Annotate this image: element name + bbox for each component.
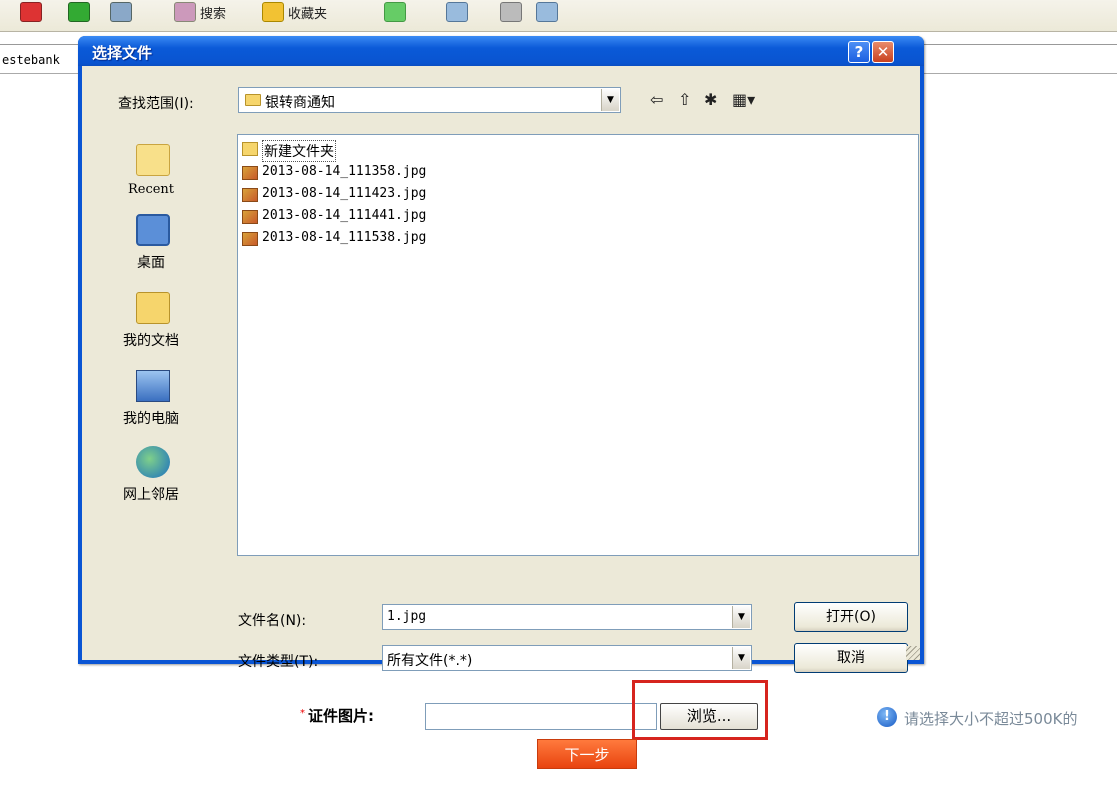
place-label: 网上邻居 — [123, 487, 179, 503]
filename-value: 1.jpg — [387, 609, 427, 624]
chevron-down-icon[interactable]: ▼ — [601, 89, 619, 111]
file-name: 2013-08-14_111538.jpg — [262, 230, 427, 245]
dialog-client: 查找范围(I): 银转商通知 ▼ ⇦ ⇧ ✱ ▦▾ Recent 桌面 我的文档 — [82, 66, 920, 673]
dialog-titlebar[interactable]: 选择文件 ? ✕ — [78, 36, 924, 66]
lookin-value: 银转商通知 — [265, 95, 335, 111]
file-name: 2013-08-14_111423.jpg — [262, 186, 427, 201]
place-my-computer[interactable]: 我的电脑 — [108, 370, 194, 448]
stop-icon[interactable] — [20, 2, 42, 22]
back-icon[interactable]: ⇦ — [650, 90, 663, 109]
mail-icon[interactable] — [446, 2, 468, 22]
recent-icon — [136, 144, 170, 176]
close-button[interactable]: ✕ — [872, 41, 894, 63]
favorites-icon[interactable] — [262, 2, 284, 22]
info-icon: ! — [877, 707, 897, 727]
file-dialog: 选择文件 ? ✕ 查找范围(I): 银转商通知 ▼ ⇦ ⇧ ✱ ▦▾ Recen… — [78, 36, 924, 673]
next-step-button[interactable]: 下一步 — [537, 739, 637, 769]
size-hint: 请选择大小不超过500K的 — [904, 710, 1078, 728]
filename-label: 文件名(N): — [238, 613, 307, 629]
image-file-icon — [242, 210, 258, 224]
image-file-icon — [242, 188, 258, 202]
print-icon[interactable] — [500, 2, 522, 22]
cert-image-input[interactable] — [425, 703, 657, 730]
favorites-label[interactable]: 收藏夹 — [288, 3, 327, 22]
lookin-label: 查找范围(I): — [118, 96, 194, 112]
chevron-down-icon[interactable]: ▼ — [732, 647, 750, 669]
filename-field[interactable]: 1.jpg ▼ — [382, 604, 752, 630]
dialog-title: 选择文件 — [92, 44, 153, 62]
folder-icon — [245, 94, 261, 106]
search-label[interactable]: 搜索 — [200, 3, 226, 22]
new-folder-icon[interactable]: ✱ — [704, 90, 717, 109]
up-folder-icon[interactable]: ⇧ — [678, 90, 691, 109]
lookin-select[interactable]: 银转商通知 ▼ — [238, 87, 621, 113]
open-button[interactable]: 打开(O) — [794, 602, 908, 632]
image-file-icon — [242, 166, 258, 180]
view-menu-icon[interactable]: ▦▾ — [732, 90, 755, 109]
help-button[interactable]: ? — [848, 41, 870, 63]
refresh-icon[interactable] — [68, 2, 90, 22]
image-file-icon — [242, 232, 258, 246]
place-label: 桌面 — [137, 255, 165, 271]
browser-toolbar: 搜索 收藏夹 — [0, 0, 1117, 32]
file-list[interactable]: 新建文件夹 2013-08-14_111358.jpg 2013-08-14_1… — [237, 134, 919, 556]
filetype-value: 所有文件(*.*) — [387, 653, 473, 669]
place-my-documents[interactable]: 我的文档 — [108, 292, 194, 370]
cert-image-label: 证件图片: — [308, 707, 374, 725]
place-label: Recent — [127, 182, 175, 197]
file-name: 新建文件夹 — [262, 140, 336, 162]
resize-grip[interactable] — [906, 646, 920, 660]
highlight-box — [632, 680, 768, 740]
desktop-icon — [136, 214, 170, 246]
home-icon[interactable] — [110, 2, 132, 22]
my-computer-icon — [136, 370, 170, 402]
place-network[interactable]: 网上邻居 — [108, 446, 194, 524]
history-icon[interactable] — [384, 2, 406, 22]
file-name: 2013-08-14_111358.jpg — [262, 164, 427, 179]
place-label: 我的文档 — [123, 333, 179, 349]
search-icon[interactable] — [174, 2, 196, 22]
folder-icon — [242, 142, 258, 156]
required-mark: * — [300, 708, 305, 719]
my-documents-icon — [136, 292, 170, 324]
address-text: estebank — [2, 53, 60, 67]
cancel-button[interactable]: 取消 — [794, 643, 908, 673]
network-places-icon — [136, 446, 170, 478]
filetype-select[interactable]: 所有文件(*.*) ▼ — [382, 645, 752, 671]
place-recent[interactable]: Recent — [108, 138, 194, 216]
file-name: 2013-08-14_111441.jpg — [262, 208, 427, 223]
place-label: 我的电脑 — [123, 411, 179, 427]
edit-icon[interactable] — [536, 2, 558, 22]
chevron-down-icon[interactable]: ▼ — [732, 606, 750, 628]
place-desktop[interactable]: 桌面 — [108, 214, 194, 292]
filetype-label: 文件类型(T): — [238, 654, 319, 670]
places-bar: Recent 桌面 我的文档 我的电脑 网上邻居 — [108, 130, 194, 550]
